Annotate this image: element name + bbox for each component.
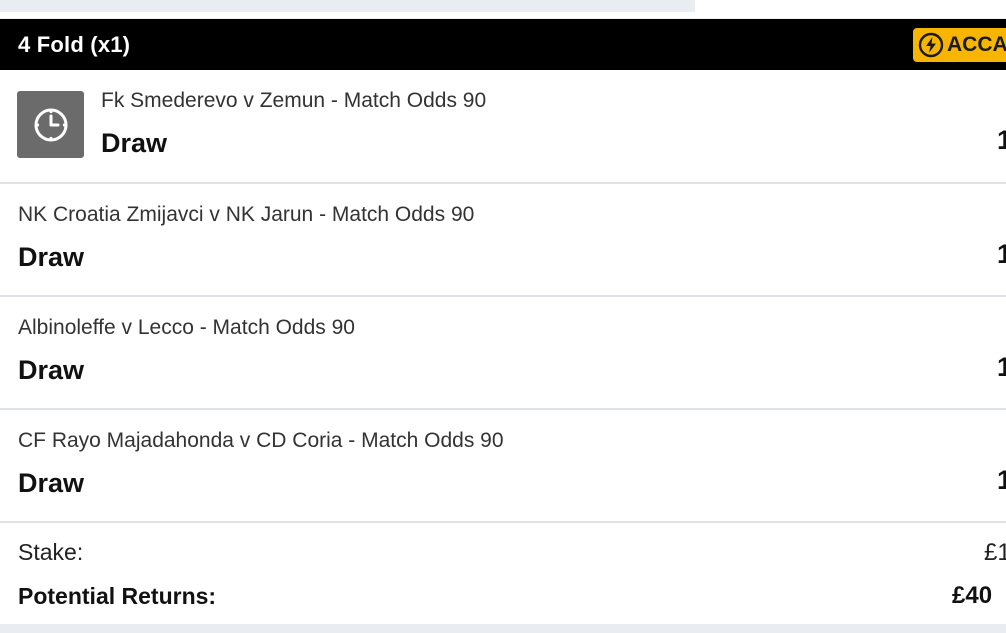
bet-header: 4 Fold (x1) ACCA [0, 19, 1006, 70]
top-strip [0, 0, 1006, 18]
clock-icon [34, 108, 67, 141]
stake-row: Stake: £1 [0, 527, 1006, 571]
selection-row[interactable]: NK Croatia Zmijavci v NK Jarun - Match O… [0, 184, 1006, 297]
potential-returns-value: £40 [952, 582, 993, 609]
lightning-bolt-icon [918, 32, 944, 58]
selection-market: CF Rayo Majadahonda v CD Coria - Match O… [18, 429, 504, 452]
acca-badge[interactable]: ACCA [913, 28, 1006, 62]
selection-odds: 1 [996, 125, 1006, 155]
selection-market: Fk Smederevo v Zemun - Match Odds 90 [101, 89, 487, 112]
bet-card: 4 Fold (x1) ACCA Fk Smederevo v Zemun - … [0, 19, 1006, 624]
selection-market: NK Croatia Zmijavci v NK Jarun - Match O… [18, 203, 475, 226]
acca-badge-label: ACCA [947, 33, 1006, 56]
bottom-shade [0, 624, 1006, 633]
potential-returns-label: Potential Returns: [18, 583, 217, 609]
selection-pick: Draw [18, 355, 85, 385]
top-strip-shade [0, 0, 695, 12]
stake-value: £1 [984, 539, 1006, 566]
selection-odds: 1 [996, 239, 1006, 269]
potential-returns-row: Potential Returns: £40 [0, 571, 1006, 615]
clock-icon-tile [17, 91, 84, 158]
selection-pick: Draw [18, 242, 85, 272]
stake-label: Stake: [18, 539, 84, 565]
selection-market: Albinoleffe v Lecco - Match Odds 90 [18, 316, 355, 339]
selection-pick: Draw [18, 468, 85, 498]
selection-pick: Draw [101, 128, 168, 158]
bet-title: 4 Fold (x1) [18, 32, 131, 57]
selection-odds: 1 [996, 465, 1006, 495]
selection-row[interactable]: Albinoleffe v Lecco - Match Odds 90 Draw… [0, 297, 1006, 410]
selection-odds: 1 [996, 352, 1006, 382]
selection-row[interactable]: CF Rayo Majadahonda v CD Coria - Match O… [0, 410, 1006, 523]
selection-row[interactable]: Fk Smederevo v Zemun - Match Odds 90 Dra… [0, 70, 1006, 184]
